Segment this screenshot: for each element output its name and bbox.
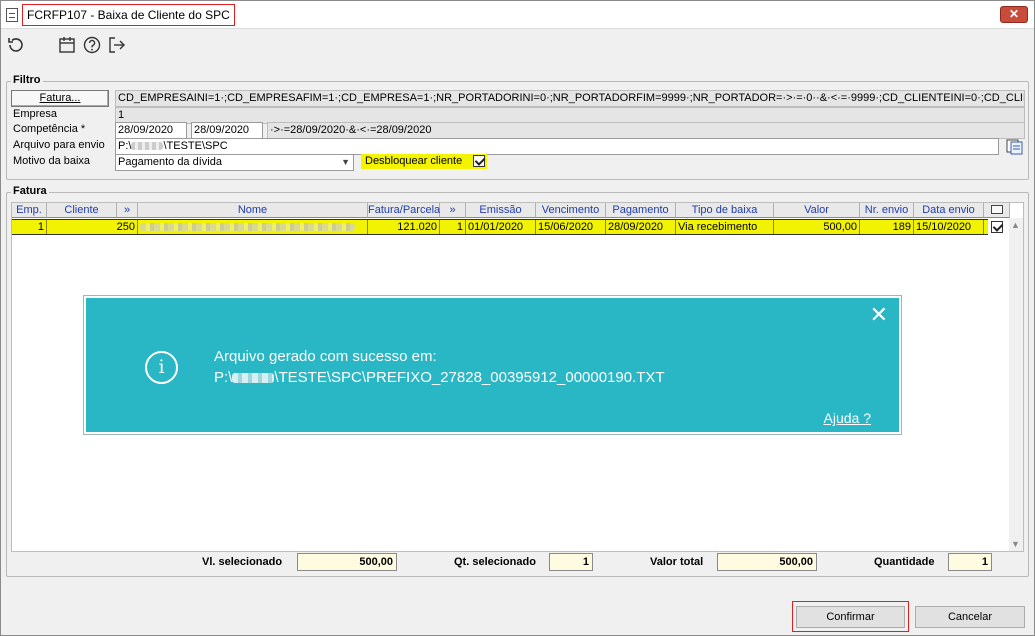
scroll-down-icon[interactable]: ▼ (1011, 539, 1020, 549)
motivo-label: Motivo da baixa (13, 155, 91, 167)
cell-selected[interactable] (984, 220, 1010, 234)
main-window: FCRFP107 - Baixa de Cliente do SPC ✕ Fil… (0, 0, 1035, 636)
window-title: FCRFP107 - Baixa de Cliente do SPC (22, 4, 235, 26)
col-data-envio[interactable]: Data envio (914, 203, 984, 218)
motivo-select[interactable]: Pagamento da dívida ▼ (115, 154, 354, 171)
checkbox-checked-icon (473, 155, 485, 167)
competencia-start-input[interactable]: 28/09/2020 (115, 122, 187, 139)
table-row[interactable]: 1 250 121.020 1 01/01/2020 15/06/2020 28… (12, 219, 1003, 235)
scroll-up-icon[interactable]: ▲ (1011, 220, 1020, 230)
valor-total-value: 500,00 (717, 553, 817, 571)
quantidade-value: 1 (948, 553, 992, 571)
fatura-group-label: Fatura (11, 185, 49, 197)
cell-vencimento: 15/06/2020 (536, 220, 606, 234)
vl-selecionado-value: 500,00 (297, 553, 397, 571)
col-expand-fatura[interactable]: » (440, 203, 466, 218)
redacted-mask (131, 142, 164, 151)
cell-nr-envio: 189 (860, 220, 914, 234)
cell-cliente: 250 (47, 220, 138, 234)
cell-emp: 1 (12, 220, 47, 234)
desbloquear-label: Desbloquear cliente (365, 155, 463, 167)
desbloquear-checkbox[interactable]: Desbloquear cliente (361, 154, 487, 169)
cancelar-button[interactable]: Cancelar (915, 606, 1025, 628)
toast-file-path: P:\ \TESTE\SPC\PREFIXO_27828_00395912_000… (214, 369, 665, 386)
col-tipo-baixa[interactable]: Tipo de baixa (676, 203, 774, 218)
arquivo-path-suffix: \TESTE\SPC (163, 140, 228, 152)
competencia-expression-field: ·>·=28/09/2020·&·<·=28/09/2020 (267, 122, 1025, 139)
table-scrollbar[interactable]: ▲ ▼ (1009, 218, 1023, 551)
col-emissao[interactable]: Emissão (466, 203, 536, 218)
cell-emissao: 01/01/2020 (466, 220, 536, 234)
empresa-label: Empresa (13, 108, 58, 120)
col-emp[interactable]: Emp. (12, 203, 47, 218)
help-icon[interactable] (82, 35, 102, 55)
cell-nome (138, 220, 368, 234)
toast-path-suffix: \TESTE\SPC\PREFIXO_27828_00395912_000001… (274, 369, 665, 386)
qt-selecionado-label: Qt. selecionado (454, 556, 536, 568)
quantidade-label: Quantidade (874, 556, 935, 568)
browse-folder-icon[interactable] (1003, 138, 1025, 155)
col-vencimento[interactable]: Vencimento (536, 203, 606, 218)
table-header: Emp. Cliente » Nome Fatura/Parcela » Emi… (12, 203, 1025, 218)
toast-path-prefix: P:\ (214, 369, 233, 386)
toast-close-icon[interactable]: ✕ (870, 304, 888, 326)
success-toast: ✕ i Arquivo gerado com sucesso em: P:\ \T… (84, 296, 901, 434)
filtro-group-label: Filtro (11, 74, 43, 86)
motivo-select-value: Pagamento da dívida (118, 156, 222, 168)
valor-total-label: Valor total (650, 556, 704, 568)
toolbar (1, 31, 1034, 61)
cell-parcela: 1 (440, 220, 466, 234)
fatura-filter-field: CD_EMPRESAINI=1·;CD_EMPRESAFIM=1·;CD_EMP… (115, 90, 1025, 107)
col-expand-cliente[interactable]: » (117, 203, 138, 218)
fatura-button[interactable]: Fatura... (11, 90, 109, 107)
row-checkbox-checked-icon (991, 221, 1003, 234)
col-nome[interactable]: Nome (138, 203, 368, 218)
col-nr-envio[interactable]: Nr. envio (860, 203, 914, 218)
competencia-label: Competência * (13, 123, 86, 135)
title-bar: FCRFP107 - Baixa de Cliente do SPC ✕ (1, 1, 1034, 29)
cell-tipo-baixa: Via recebimento (676, 220, 774, 234)
vl-selecionado-label: Vl. selecionado (202, 556, 283, 568)
redacted-mask (232, 373, 275, 384)
cell-pagamento: 28/09/2020 (606, 220, 676, 234)
app-icon (6, 8, 18, 22)
redacted-name (140, 223, 355, 231)
col-cliente[interactable]: Cliente (47, 203, 117, 218)
chevron-down-icon: ▼ (341, 157, 350, 167)
exit-icon[interactable] (107, 35, 127, 55)
competencia-end-input[interactable]: 28/09/2020 (191, 122, 263, 139)
arquivo-input[interactable]: P:\ \TESTE\SPC (115, 138, 999, 155)
fatura-button-label: Fatura... (39, 92, 81, 104)
info-icon: i (145, 351, 178, 384)
cell-fatura: 121.020 (368, 220, 440, 234)
qt-selecionado-value: 1 (549, 553, 593, 571)
col-fatura-parcela[interactable]: Fatura/Parcela (368, 203, 440, 218)
toast-message: Arquivo gerado com sucesso em: (214, 348, 437, 365)
refresh-icon[interactable] (6, 35, 26, 55)
cell-valor: 500,00 (774, 220, 860, 234)
select-all-box-icon (990, 205, 1003, 214)
arquivo-path-prefix: P:\ (118, 140, 132, 152)
col-pagamento[interactable]: Pagamento (606, 203, 676, 218)
arquivo-label: Arquivo para envio (13, 139, 105, 151)
calendar-icon[interactable] (57, 35, 77, 55)
col-select-all[interactable] (984, 203, 1010, 218)
cell-data-envio: 15/10/2020 (914, 220, 984, 234)
col-valor[interactable]: Valor (774, 203, 860, 218)
confirmar-button[interactable]: Confirmar (796, 606, 905, 628)
window-close-button[interactable]: ✕ (1000, 6, 1028, 23)
toast-help-link[interactable]: Ajuda ? (824, 410, 871, 426)
